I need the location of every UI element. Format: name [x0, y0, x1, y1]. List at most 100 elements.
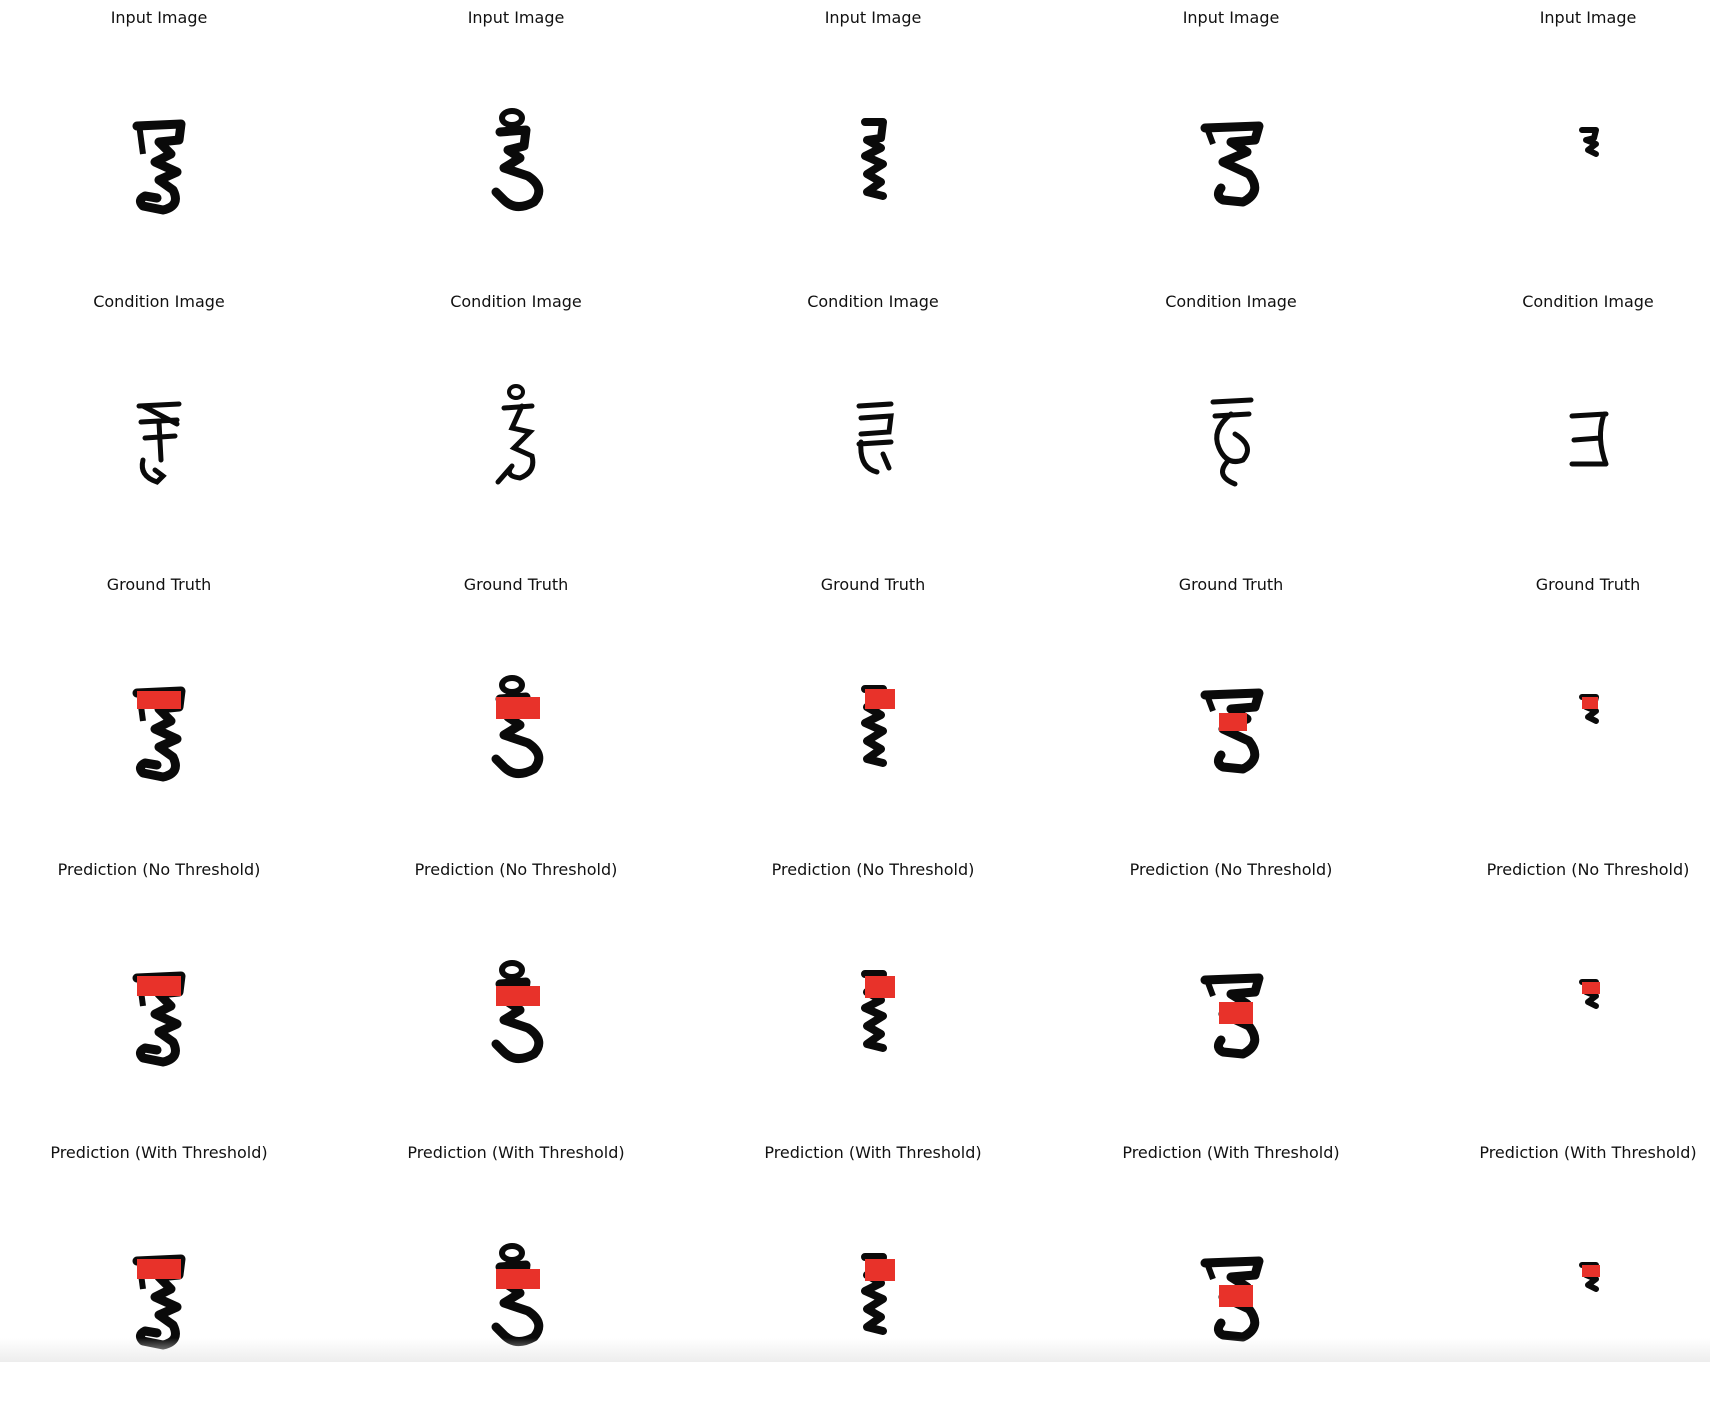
character-glyph: [1579, 694, 1599, 724]
character-glyph: [1569, 411, 1609, 467]
character-glyph: [1200, 688, 1264, 774]
character-glyph: [132, 971, 186, 1067]
figure-panel: Input Image: [1071, 4, 1391, 287]
figure-panel: Ground Truth: [1071, 571, 1391, 854]
masked-region: [496, 986, 540, 1006]
character-glyph: [1200, 121, 1264, 207]
panel-title: Input Image: [1182, 8, 1280, 27]
figure-panel: Ground Truth: [0, 571, 319, 854]
panel-title: Ground Truth: [463, 575, 569, 594]
panel-title: Prediction (With Threshold): [1479, 1143, 1697, 1162]
character-glyph: [1579, 979, 1600, 1009]
character-image: [416, 84, 616, 244]
figure-panel: Condition Image: [0, 288, 319, 571]
figure-panel: Ground Truth: [356, 571, 676, 854]
panel-title: Condition Image: [450, 292, 582, 311]
character-image: [773, 651, 973, 811]
figure-panel: Condition Image: [356, 288, 676, 571]
figure-panel: Input Image: [356, 4, 676, 287]
character-image: [773, 936, 973, 1096]
character-glyph: [491, 960, 544, 1063]
panel-title: Prediction (With Threshold): [764, 1143, 982, 1162]
masked-region: [496, 1269, 540, 1289]
character-glyph: [861, 118, 887, 200]
character-glyph: [861, 685, 895, 767]
panel-title: Prediction (No Threshold): [1129, 860, 1333, 879]
panel-title: Input Image: [110, 8, 208, 27]
masked-region: [865, 1259, 895, 1281]
figure-panel: Prediction (With Threshold): [356, 1139, 676, 1422]
character-glyph: [1579, 127, 1599, 157]
panel-title: Ground Truth: [1178, 575, 1284, 594]
character-image: [1488, 84, 1688, 244]
figure-panel: Prediction (No Threshold): [356, 856, 676, 1139]
masked-region: [496, 697, 540, 719]
panel-title: Prediction (No Threshold): [771, 860, 975, 879]
character-image: [59, 651, 259, 811]
character-image: [1488, 936, 1688, 1096]
character-image: [1131, 936, 1331, 1096]
panel-title: Prediction (No Threshold): [414, 860, 618, 879]
character-glyph: [1200, 973, 1264, 1059]
panel-title: Prediction (No Threshold): [57, 860, 261, 879]
masked-region: [865, 976, 895, 998]
panel-title: Input Image: [1539, 8, 1637, 27]
figure-panel: Condition Image: [1428, 288, 1710, 571]
masked-region: [1582, 697, 1598, 709]
masked-region: [137, 1259, 181, 1279]
figure-panel: Prediction (With Threshold): [0, 1139, 319, 1422]
character-glyph: [861, 970, 895, 1052]
character-image: [1488, 368, 1688, 528]
panel-title: Ground Truth: [106, 575, 212, 594]
panel-title: Ground Truth: [1535, 575, 1641, 594]
figure-panel: Prediction (No Threshold): [713, 856, 1033, 1139]
character-glyph: [491, 675, 544, 778]
figure-panel: Input Image: [0, 4, 319, 287]
figure-panel: Input Image: [1428, 4, 1710, 287]
masked-region: [1219, 1285, 1253, 1307]
figure-panel: Prediction (With Threshold): [1428, 1139, 1710, 1422]
figure-panel: Prediction (No Threshold): [0, 856, 319, 1139]
character-glyph: [491, 108, 544, 211]
figure-panel: Condition Image: [713, 288, 1033, 571]
figure-panel: Input Image: [713, 4, 1033, 287]
masked-region: [865, 689, 895, 709]
masked-region: [1219, 1002, 1253, 1024]
character-glyph: [495, 384, 536, 485]
character-image: [773, 84, 973, 244]
masked-region: [137, 976, 181, 996]
panel-title: Input Image: [467, 8, 565, 27]
panel-title: Prediction (With Threshold): [407, 1143, 625, 1162]
panel-title: Input Image: [824, 8, 922, 27]
panel-title: Condition Image: [1165, 292, 1297, 311]
character-image: [416, 936, 616, 1096]
masked-region: [1582, 1265, 1600, 1277]
character-image: [773, 368, 973, 528]
panel-title: Condition Image: [93, 292, 225, 311]
character-image: [59, 936, 259, 1096]
character-glyph: [132, 119, 186, 215]
masked-region: [1219, 713, 1247, 731]
character-image: [1131, 368, 1331, 528]
figure-panel: Prediction (No Threshold): [1428, 856, 1710, 1139]
panel-title: Prediction (No Threshold): [1486, 860, 1690, 879]
character-image: [1488, 651, 1688, 811]
figure-panel: Prediction (With Threshold): [713, 1139, 1033, 1422]
window-bottom-edge: [0, 1338, 1710, 1362]
character-glyph: [132, 686, 186, 782]
masked-region: [137, 691, 181, 709]
panel-title: Condition Image: [807, 292, 939, 311]
figure-panel: Prediction (No Threshold): [1071, 856, 1391, 1139]
character-image: [416, 368, 616, 528]
character-glyph: [136, 401, 182, 485]
figure-panel: Ground Truth: [713, 571, 1033, 854]
character-image: [416, 651, 616, 811]
panel-title: Prediction (With Threshold): [50, 1143, 268, 1162]
character-image: [1131, 651, 1331, 811]
figure-panel: Ground Truth: [1428, 571, 1710, 854]
panel-title: Condition Image: [1522, 292, 1654, 311]
character-glyph: [856, 401, 894, 475]
results-figure: Input Image Input Image Input Image Input I…: [0, 0, 1710, 1362]
masked-region: [1582, 982, 1600, 994]
character-glyph: [1210, 397, 1254, 487]
